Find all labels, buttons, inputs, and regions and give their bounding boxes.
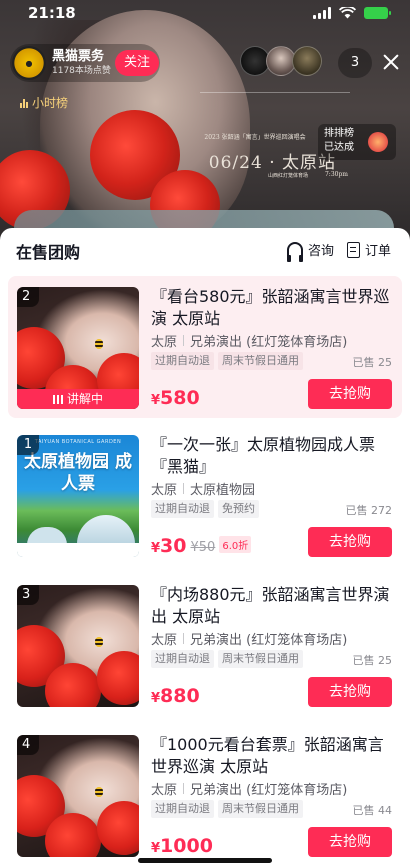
- poster-divider: [200, 92, 350, 93]
- sold-count: 已售 25: [352, 356, 393, 369]
- product-tag: 过期自动退: [151, 650, 214, 668]
- hourly-rank[interactable]: 小时榜: [20, 94, 68, 111]
- host-name: 黑猫票务: [52, 49, 105, 64]
- sheet-header: 在售团购 咨询 订单: [0, 228, 410, 272]
- product-location: 太原 兄弟演出 (红灯笼体育场店): [151, 779, 347, 798]
- buy-now-button[interactable]: 去抢购: [308, 677, 392, 707]
- sponsor-logo-strip: [17, 543, 139, 557]
- wifi-icon: [339, 7, 356, 19]
- product-city: 太原: [151, 483, 178, 498]
- group-buy-sheet: 在售团购 咨询 订单 2 讲解中 『看台580元』张韶涵寓言世界巡演 太原站 太…: [0, 228, 410, 866]
- product-item[interactable]: TAIYUAN BOTANICAL GARDEN 太原植物园 成人票 1 『一次…: [8, 424, 402, 566]
- product-index-badge: 1: [17, 435, 39, 455]
- status-icons: [313, 7, 391, 19]
- order-icon: [347, 241, 360, 258]
- product-image[interactable]: TAIYUAN BOTANICAL GARDEN 太原植物园 成人票 1: [17, 435, 139, 557]
- explaining-badge: 讲解中: [17, 389, 139, 409]
- consult-label: 咨询: [308, 244, 335, 259]
- status-bar: 21:18: [0, 0, 410, 28]
- product-city: 太原: [151, 335, 178, 350]
- close-icon[interactable]: [381, 52, 401, 72]
- product-location: 太原 太原植物园: [151, 479, 255, 498]
- product-tags: 过期自动退 周末节假日通用: [151, 800, 303, 818]
- bee-icon: [95, 637, 103, 647]
- discount-badge: 6.0折: [219, 536, 252, 553]
- product-venue: 兄弟演出 (红灯笼体育场店): [190, 335, 348, 350]
- sold-count: 已售 25: [352, 654, 393, 667]
- live-stream-background: 2023 张韶涵「寓言」世界巡回演唱会 06/24 · 太原站 山西红灯笼体育场…: [0, 0, 410, 240]
- order-label: 订单: [365, 244, 392, 259]
- product-tag: 周末节假日通用: [218, 650, 303, 668]
- product-location: 太原 兄弟演出 (红灯笼体育场店): [151, 629, 347, 648]
- product-city: 太原: [151, 633, 178, 648]
- product-image[interactable]: 2 讲解中: [17, 287, 139, 409]
- rank-widget[interactable]: 排排榜 已达成: [318, 124, 396, 160]
- product-venue: 兄弟演出 (红灯笼体育场店): [190, 633, 348, 648]
- sold-count: 已售 44: [352, 804, 393, 817]
- product-tag: 免预约: [218, 500, 259, 518]
- product-image[interactable]: 3: [17, 585, 139, 707]
- product-title: 『内场880元』张韶涵寓言世界演出 太原站: [151, 585, 390, 626]
- home-indicator[interactable]: [138, 858, 272, 863]
- poster-event-line: 2023 张韶涵「寓言」世界巡回演唱会: [204, 134, 306, 141]
- product-item[interactable]: 3 『内场880元』张韶涵寓言世界演出 太原站 太原 兄弟演出 (红灯笼体育场店…: [8, 574, 402, 716]
- follow-button[interactable]: 关注: [115, 50, 159, 76]
- bee-icon: [95, 339, 103, 349]
- viewer-count[interactable]: 3: [338, 48, 372, 78]
- headset-icon: [287, 241, 303, 262]
- product-price: ¥880: [151, 685, 200, 707]
- product-title: 『1000元看台套票』张韶涵寓言世界巡演 太原站: [151, 735, 384, 776]
- bee-icon: [95, 787, 103, 797]
- product-tag: 过期自动退: [151, 500, 214, 518]
- product-tags: 过期自动退 免预约: [151, 500, 259, 518]
- poster-date: 06/24 · 太原站: [208, 153, 336, 173]
- product-venue: 兄弟演出 (红灯笼体育场店): [190, 783, 348, 798]
- lollipop-icon: [368, 132, 388, 152]
- viewer-avatars[interactable]: [240, 46, 322, 76]
- buy-now-button[interactable]: 去抢购: [308, 827, 392, 857]
- product-price: ¥30 ¥50 6.0折: [151, 535, 252, 557]
- battery-icon: [364, 7, 391, 19]
- product-tag: 过期自动退: [151, 800, 214, 818]
- garden-image-title: 太原植物园 成人票: [24, 452, 132, 494]
- product-city: 太原: [151, 783, 178, 798]
- product-index-badge: 2: [17, 287, 39, 307]
- consult-button[interactable]: 咨询: [287, 240, 335, 262]
- sold-count: 已售 272: [345, 504, 393, 517]
- hourly-rank-label: 小时榜: [32, 96, 69, 110]
- host-avatar[interactable]: ●: [12, 46, 46, 80]
- product-image[interactable]: 4: [17, 735, 139, 857]
- product-item[interactable]: 4 『1000元看台套票』张韶涵寓言世界巡演 太原站 太原 兄弟演出 (红灯笼体…: [8, 724, 402, 866]
- product-index-badge: 3: [17, 585, 39, 605]
- rank-bars-icon: [20, 98, 28, 108]
- product-title: 『一次一张』太原植物园成人票『黑猫』: [151, 435, 376, 476]
- product-tag: 周末节假日通用: [218, 352, 303, 370]
- product-price: ¥1000: [151, 835, 213, 857]
- product-venue: 太原植物园: [190, 483, 256, 498]
- product-tags: 过期自动退 周末节假日通用: [151, 650, 303, 668]
- product-tag: 周末节假日通用: [218, 800, 303, 818]
- status-time: 21:18: [28, 4, 76, 22]
- audio-bars-icon: [52, 395, 63, 404]
- product-location: 太原 兄弟演出 (红灯笼体育场店): [151, 331, 347, 350]
- sheet-title: 在售团购: [16, 243, 81, 262]
- host-likes: 1178本场点赞: [52, 66, 111, 76]
- product-item[interactable]: 2 讲解中 『看台580元』张韶涵寓言世界巡演 太原站 太原 兄弟演出 (红灯笼…: [8, 276, 402, 418]
- product-tag: 过期自动退: [151, 352, 214, 370]
- buy-now-button[interactable]: 去抢购: [308, 527, 392, 557]
- product-index-badge: 4: [17, 735, 39, 755]
- product-title: 『看台580元』张韶涵寓言世界巡演 太原站: [151, 287, 390, 328]
- order-button[interactable]: 订单: [347, 240, 391, 259]
- poster-time: 7:30pm: [324, 171, 348, 178]
- viewer-avatar[interactable]: [292, 46, 322, 76]
- original-price: ¥50: [190, 540, 216, 555]
- product-price: ¥580: [151, 387, 200, 409]
- buy-now-button[interactable]: 去抢购: [308, 379, 392, 409]
- poster-venue: 山西红灯笼体育场: [267, 173, 308, 179]
- cellular-signal-icon: [313, 7, 331, 19]
- product-tags: 过期自动退 周末节假日通用: [151, 352, 303, 370]
